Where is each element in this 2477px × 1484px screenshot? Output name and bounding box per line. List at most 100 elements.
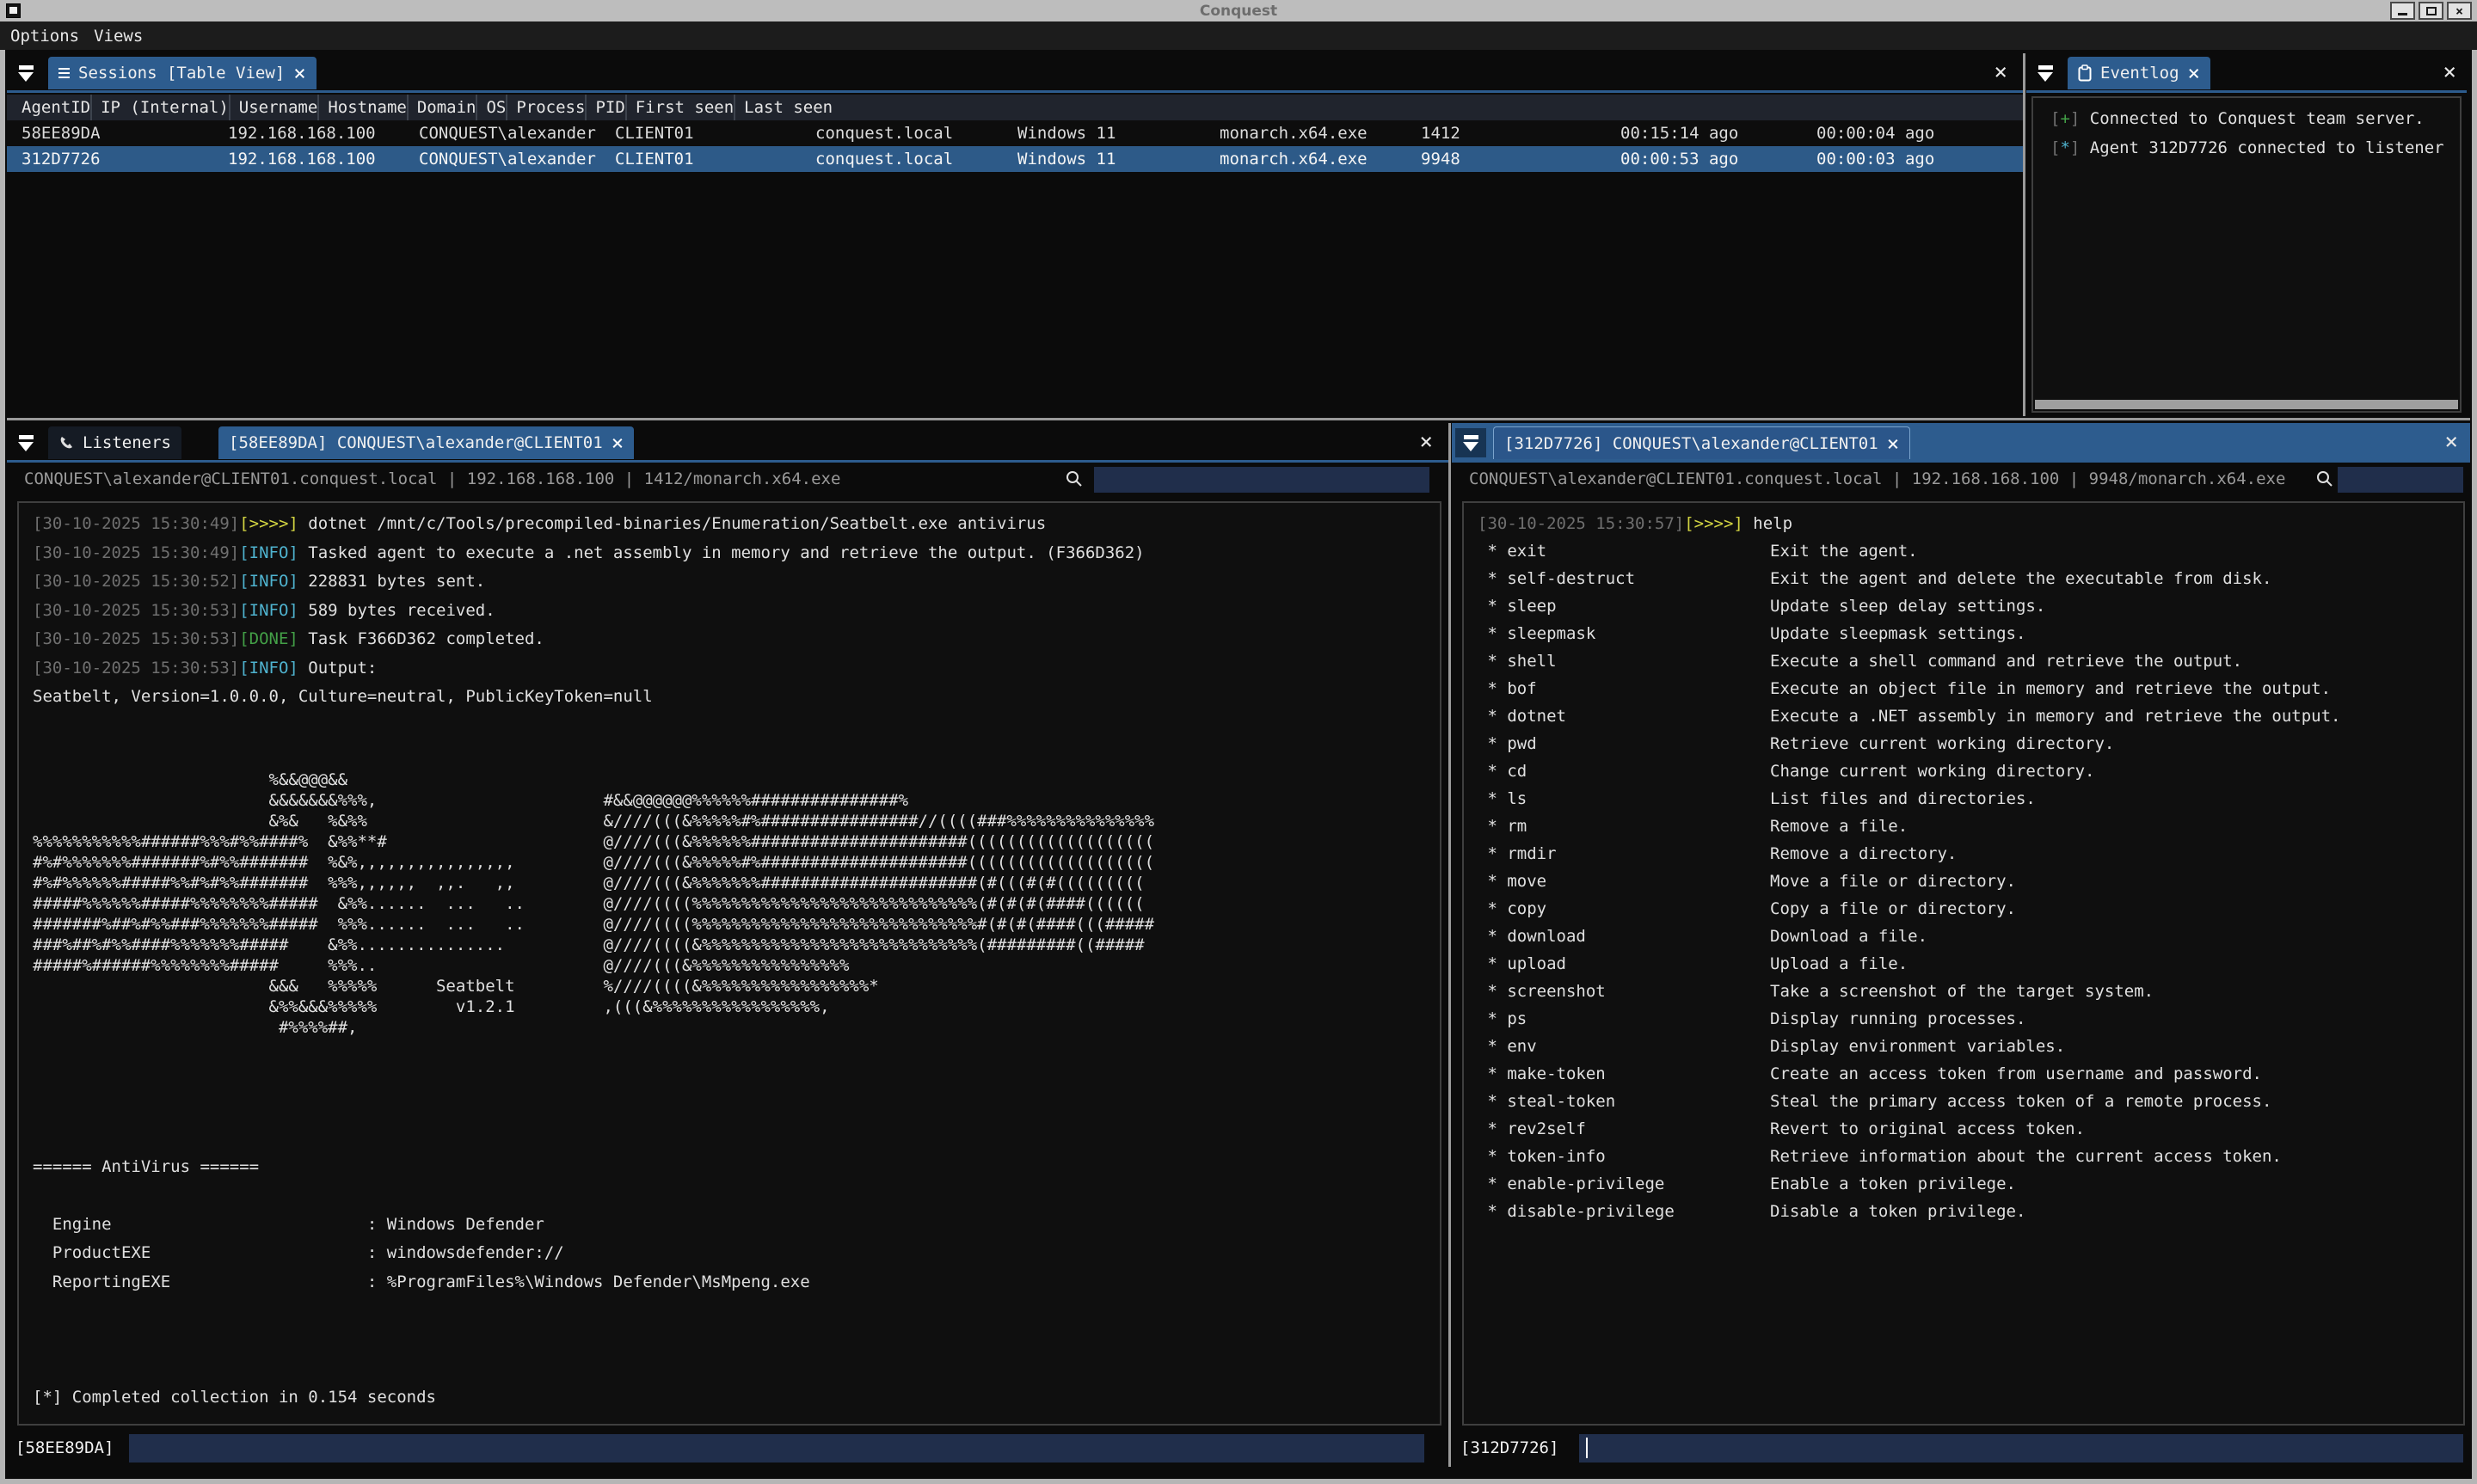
session-row[interactable]: 58EE89DA 192.168.168.100 CONQUEST\alexan…	[7, 120, 2023, 146]
help-command: * steal-token	[1478, 1088, 1770, 1115]
console-line	[33, 1124, 1440, 1153]
splitter-horizontal[interactable]	[7, 418, 2470, 420]
help-command: * dotnet	[1478, 702, 1770, 730]
sessions-collapse-button[interactable]	[10, 58, 41, 88]
help-command: * bof	[1478, 675, 1770, 702]
help-line: * moveMove a file or directory.	[1478, 868, 2463, 895]
cell-username: CONQUEST\alexander	[410, 146, 606, 172]
help-description: Create an access token from username and…	[1770, 1064, 2262, 1083]
tab-close-icon[interactable]: ×	[2188, 64, 2200, 82]
cell-os: Windows 11	[1009, 146, 1211, 172]
eventlog-panel-close-button[interactable]: ×	[2443, 62, 2456, 83]
listener-phone-icon	[58, 435, 74, 451]
tab-sessions-table-view[interactable]: Sessions [Table View] ×	[48, 57, 317, 89]
cell-last-seen: 00:00:03 ago	[1808, 146, 2023, 172]
help-line: * screenshotTake a screenshot of the tar…	[1478, 978, 2463, 1005]
help-command: * self-destruct	[1478, 565, 1770, 592]
help-command: * rmdir	[1478, 840, 1770, 868]
right-console-close-button[interactable]: ×	[2444, 432, 2458, 452]
eventlog-panel: Eventlog × × [+] Connected to Conquest t…	[2026, 53, 2467, 416]
horizontal-scrollbar[interactable]	[2035, 400, 2458, 409]
help-command: * rm	[1478, 813, 1770, 840]
column-header: Domain	[407, 95, 476, 120]
tab-close-icon[interactable]: ×	[1887, 435, 1899, 452]
tab-label: Sessions [Table View]	[78, 64, 285, 83]
console-line: ReportingEXE : %ProgramFiles%\Windows De…	[33, 1268, 1440, 1297]
help-command: * env	[1478, 1033, 1770, 1060]
console-line: Engine : Windows Defender	[33, 1211, 1440, 1240]
help-line: * disable-privilegeDisable a token privi…	[1478, 1198, 2463, 1225]
help-description: Download a file.	[1770, 927, 1927, 946]
cell-first-seen: 00:15:14 ago	[1612, 120, 1808, 146]
menu-views[interactable]: Views	[94, 27, 143, 46]
right-console-collapse-button[interactable]	[1455, 428, 1486, 457]
tab-session-58EE89DA[interactable]: [58EE89DA] CONQUEST\alexander@CLIENT01 ×	[218, 426, 634, 459]
help-line: * steal-tokenSteal the primary access to…	[1478, 1088, 2463, 1115]
command-input[interactable]	[129, 1434, 1424, 1463]
cell-process: monarch.x64.exe	[1211, 146, 1412, 172]
window-icon	[6, 3, 21, 18]
eventlog-collapse-button[interactable]	[2030, 58, 2061, 88]
sessions-panel: Sessions [Table View] × × AgentIDIP (Int…	[7, 53, 2023, 416]
command-input[interactable]	[1579, 1434, 2463, 1463]
help-line: * sleepmaskUpdate sleepmask settings.	[1478, 620, 2463, 647]
search-input[interactable]	[1094, 467, 1429, 493]
window-frame-bottom	[0, 1479, 2477, 1484]
tab-eventlog[interactable]: Eventlog ×	[2068, 57, 2210, 89]
help-line: * make-tokenCreate an access token from …	[1478, 1060, 2463, 1088]
collapse-triangle-icon	[18, 72, 34, 82]
help-line: * downloadDownload a file.	[1478, 923, 2463, 950]
splitter-bottom-vertical[interactable]	[1448, 423, 1451, 1467]
tab-session-312D7726[interactable]: [312D7726] CONQUEST\alexander@CLIENT01 ×	[1493, 426, 1910, 459]
session-row[interactable]: 312D7726 192.168.168.100 CONQUEST\alexan…	[7, 146, 2023, 172]
help-line: * rev2selfRevert to original access toke…	[1478, 1115, 2463, 1143]
left-console-collapse-button[interactable]	[10, 428, 41, 457]
cell-hostname: CLIENT01	[606, 120, 807, 146]
console-line: [30-10-2025 15:30:53][INFO] Output:	[33, 654, 1440, 684]
menu-options[interactable]: Options	[10, 27, 79, 46]
eventlog-line: [+] Connected to Conquest team server.	[2047, 105, 2460, 134]
collapse-bar-icon	[2038, 65, 2053, 70]
help-description: Disable a token privilege.	[1770, 1202, 2025, 1221]
console-line: ====== AntiVirus ======	[33, 1153, 1440, 1182]
column-header: PID	[585, 95, 624, 120]
close-button[interactable]: ×	[2447, 2, 2472, 20]
help-description: Display running processes.	[1770, 1009, 2025, 1028]
header-divider	[7, 90, 2023, 93]
tab-listeners[interactable]: Listeners	[48, 426, 181, 459]
help-command: * pwd	[1478, 730, 1770, 757]
column-header: Last seen	[734, 95, 833, 120]
help-description: Move a file or directory.	[1770, 872, 2016, 891]
column-header: First seen	[625, 95, 734, 120]
help-line: * copyCopy a file or directory.	[1478, 895, 2463, 923]
console-line: [30-10-2025 15:30:52][INFO] 228831 bytes…	[33, 567, 1440, 597]
help-line: * cdChange current working directory.	[1478, 757, 2463, 785]
help-description: Exit the agent.	[1770, 542, 1918, 561]
search-input[interactable]	[2338, 467, 2463, 493]
window-titlebar[interactable]: Conquest ×	[0, 0, 2477, 21]
left-console-close-button[interactable]: ×	[1419, 432, 1433, 452]
splitter-top-vertical[interactable]	[2023, 53, 2025, 416]
console-line: [30-10-2025 15:30:53][DONE] Task F366D36…	[33, 625, 1440, 654]
help-line: * uploadUpload a file.	[1478, 950, 2463, 978]
window-frame-right	[2472, 50, 2477, 1484]
column-header: OS	[476, 95, 506, 120]
cell-agentid: 312D7726	[13, 146, 219, 172]
help-line: * rmRemove a file.	[1478, 813, 2463, 840]
text-cursor	[1586, 1438, 1588, 1458]
maximize-icon	[2426, 7, 2437, 15]
tab-close-icon[interactable]: ×	[612, 434, 624, 451]
left-console-output: [30-10-2025 15:30:49][>>>>] dotnet /mnt/…	[17, 501, 1441, 1426]
console-line	[33, 1066, 1440, 1095]
cell-domain: conquest.local	[807, 146, 1009, 172]
maximize-button[interactable]	[2419, 2, 2443, 20]
sessions-panel-close-button[interactable]: ×	[1994, 62, 2007, 83]
right-command-bar: [312D7726]	[1452, 1432, 2470, 1464]
cell-ip: 192.168.168.100	[219, 120, 410, 146]
tab-close-icon[interactable]: ×	[293, 64, 305, 82]
minimize-icon	[2398, 13, 2407, 15]
help-command: * make-token	[1478, 1060, 1770, 1088]
help-description: Exit the agent and delete the executable…	[1770, 569, 2271, 588]
eventlog-line: [*] Agent 312D7726 connected to listener	[2047, 134, 2460, 163]
minimize-button[interactable]	[2390, 2, 2415, 20]
